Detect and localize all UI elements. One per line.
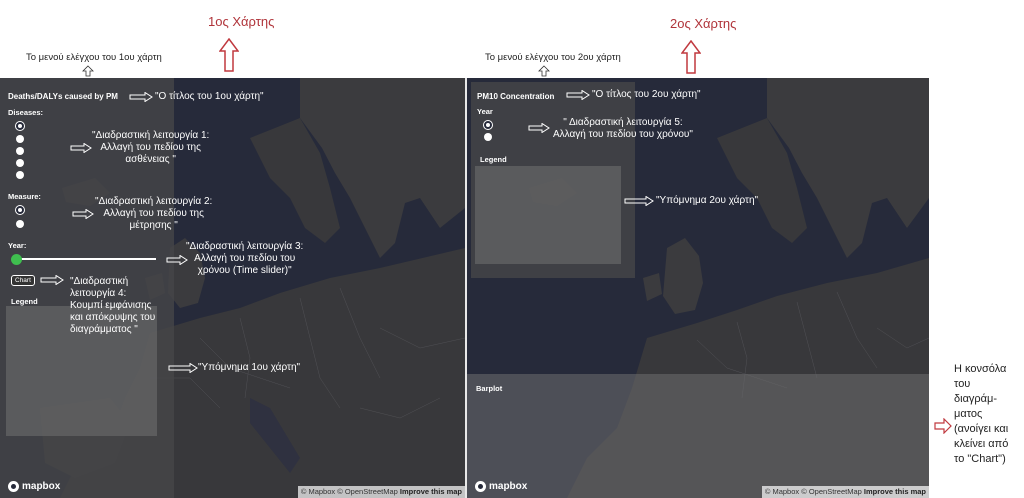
feature4-note: "Διαδραστική λειτουργία 4: Κουμπί εμφάνι…	[70, 276, 155, 336]
feature2-line2: Αλλαγή του πεδίου της	[103, 208, 204, 219]
side-note-line3: διαγράμ-	[954, 393, 998, 405]
feature4-line1: "Διαδραστική	[70, 276, 129, 287]
map2-menu-note: Το μενού ελέγχου του 2ου χάρτη	[485, 52, 621, 63]
disease-radio-2[interactable]	[16, 135, 24, 143]
map2-title-note: "Ο τίτλος του 2ου χάρτη"	[592, 89, 701, 100]
feature3-line3: χρόνου (Time slider)"	[197, 265, 292, 276]
side-note-line1: Η κονσόλα	[954, 363, 1007, 375]
map2-legend-box	[475, 166, 621, 264]
feature5-arrow-icon	[528, 123, 550, 133]
feature3-note: "Διαδραστική λειτουργία 3: Αλλαγή του πε…	[186, 241, 303, 277]
feature5-note: " Διαδραστική λειτουργία 5: Αλλαγή του π…	[553, 117, 693, 141]
map-divider	[465, 78, 467, 498]
map1-attrib-osm[interactable]: © OpenStreetMap	[337, 487, 398, 496]
map1-title-note: "Ο τίτλος του 1ου χάρτη"	[155, 91, 264, 102]
map2-legend-label: Legend	[480, 155, 507, 164]
map2-year-label: Year	[477, 107, 493, 116]
map2-title-arrow-icon	[566, 90, 590, 100]
feature2-line3: μέτρησης "	[129, 220, 178, 231]
map1-title: Deaths/DALYs caused by PM	[8, 92, 118, 101]
map1-legend-note: "Υπόμνημα 1ου χάρτη"	[198, 362, 301, 373]
feature2-line1: "Διαδραστική λειτουργία 2:	[95, 196, 213, 207]
feature1-line2: Αλλαγή του πεδίου της	[100, 142, 201, 153]
map2-improve-link[interactable]: Improve this map	[864, 487, 926, 496]
feature2-arrow-icon	[72, 209, 94, 219]
map1-mapbox-logo-text: mapbox	[22, 481, 61, 492]
barplot-label: Barplot	[476, 384, 503, 393]
feature1-line1: "Διαδραστική λειτουργία 1:	[92, 130, 210, 141]
barplot-console[interactable]: Barplot	[467, 374, 929, 498]
feature1-arrow-icon	[70, 143, 92, 153]
map2-heading-arrow-icon	[681, 40, 701, 74]
map1-heading-arrow-icon	[219, 38, 239, 72]
year-label: Year:	[8, 241, 27, 250]
map1-title-arrow-icon	[129, 92, 153, 102]
measure-radio-2[interactable]	[16, 220, 24, 228]
chart-console-note: Η κονσόλα του διαγράμ- ματος (ανοίγει κα…	[954, 362, 1024, 467]
map2-attrib-osm[interactable]: © OpenStreetMap	[801, 487, 862, 496]
side-note-line5: (ανοίγει και	[954, 423, 1009, 435]
map1-menu-arrow-icon	[82, 65, 94, 77]
map1-improve-link[interactable]: Improve this map	[400, 487, 462, 496]
feature4-line5: διαγράμματος "	[70, 324, 138, 335]
feature4-arrow-icon	[40, 275, 64, 285]
map1-menu-note: Το μενού ελέγχου του 1ου χάρτη	[26, 52, 162, 63]
map2-attribution: © Mapbox © OpenStreetMap Improve this ma…	[761, 486, 929, 498]
map2-mapbox-logo[interactable]: mapbox	[475, 481, 527, 492]
side-note-line7: το "Chart")	[954, 453, 1006, 465]
disease-radio-3[interactable]	[16, 147, 24, 155]
map1-legend-arrow-icon	[168, 363, 198, 373]
feature5-line1: " Διαδραστική λειτουργία 5:	[563, 117, 683, 128]
map2-control-panel: PM10 Concentration Year Legend	[471, 82, 635, 278]
feature3-line1: "Διαδραστική λειτουργία 3:	[186, 241, 304, 252]
map1-legend-label: Legend	[11, 297, 38, 306]
map2-attrib-mapbox[interactable]: © Mapbox	[765, 487, 799, 496]
disease-radio-5[interactable]	[16, 171, 24, 179]
side-note-line6: κλείνει από	[954, 438, 1009, 450]
feature3-arrow-icon	[166, 255, 188, 265]
measure-label: Measure:	[8, 192, 41, 201]
map2-mapbox-logo-text: mapbox	[489, 481, 528, 492]
feature2-note: "Διαδραστική λειτουργία 2: Αλλαγή του πε…	[95, 196, 212, 232]
diseases-label: Diseases:	[8, 108, 44, 117]
feature1-note: "Διαδραστική λειτουργία 1: Αλλαγή του πε…	[92, 130, 209, 166]
map2-menu-arrow-icon	[538, 65, 550, 77]
feature3-line2: Αλλαγή του πεδίου του	[194, 253, 296, 264]
feature4-line4: και απόκρυψης του	[70, 312, 156, 323]
feature1-line3: ασθένειας "	[125, 154, 176, 165]
year-slider-thumb[interactable]	[11, 254, 22, 265]
disease-radio-1[interactable]	[16, 122, 24, 130]
map1-attribution: © Mapbox © OpenStreetMap Improve this ma…	[297, 486, 465, 498]
map1-attrib-mapbox[interactable]: © Mapbox	[301, 487, 335, 496]
map2-legend-note: "Υπόμνημα 2ου χάρτη"	[656, 195, 759, 206]
mapbox-logo-icon	[8, 481, 19, 492]
side-note-arrow-icon	[934, 418, 952, 434]
map1-heading: 1ος Χάρτης	[208, 14, 275, 29]
mapbox-logo-icon-2	[475, 481, 486, 492]
disease-radio-4[interactable]	[16, 159, 24, 167]
feature5-line2: Αλλαγή του πεδίου του χρόνου"	[553, 129, 693, 140]
map2-year-radio-2[interactable]	[484, 133, 492, 141]
year-slider-track[interactable]	[16, 258, 156, 260]
feature4-line3: Κουμπί εμφάνισης	[70, 300, 152, 311]
map2-heading: 2ος Χάρτης	[670, 16, 737, 31]
map1-mapbox-logo[interactable]: mapbox	[8, 481, 60, 492]
map2-legend-arrow-icon	[624, 196, 654, 206]
measure-radio-1[interactable]	[16, 206, 24, 214]
chart-button[interactable]: Chart	[11, 275, 35, 286]
side-note-line4: ματος	[954, 408, 983, 420]
map2-title: PM10 Concentration	[477, 92, 555, 101]
map2[interactable]: PM10 Concentration Year Legend Barplot m…	[467, 78, 929, 498]
side-note-line2: του	[954, 378, 971, 390]
feature4-line2: λειτουργία 4:	[70, 288, 127, 299]
map2-year-radio-1[interactable]	[484, 121, 492, 129]
